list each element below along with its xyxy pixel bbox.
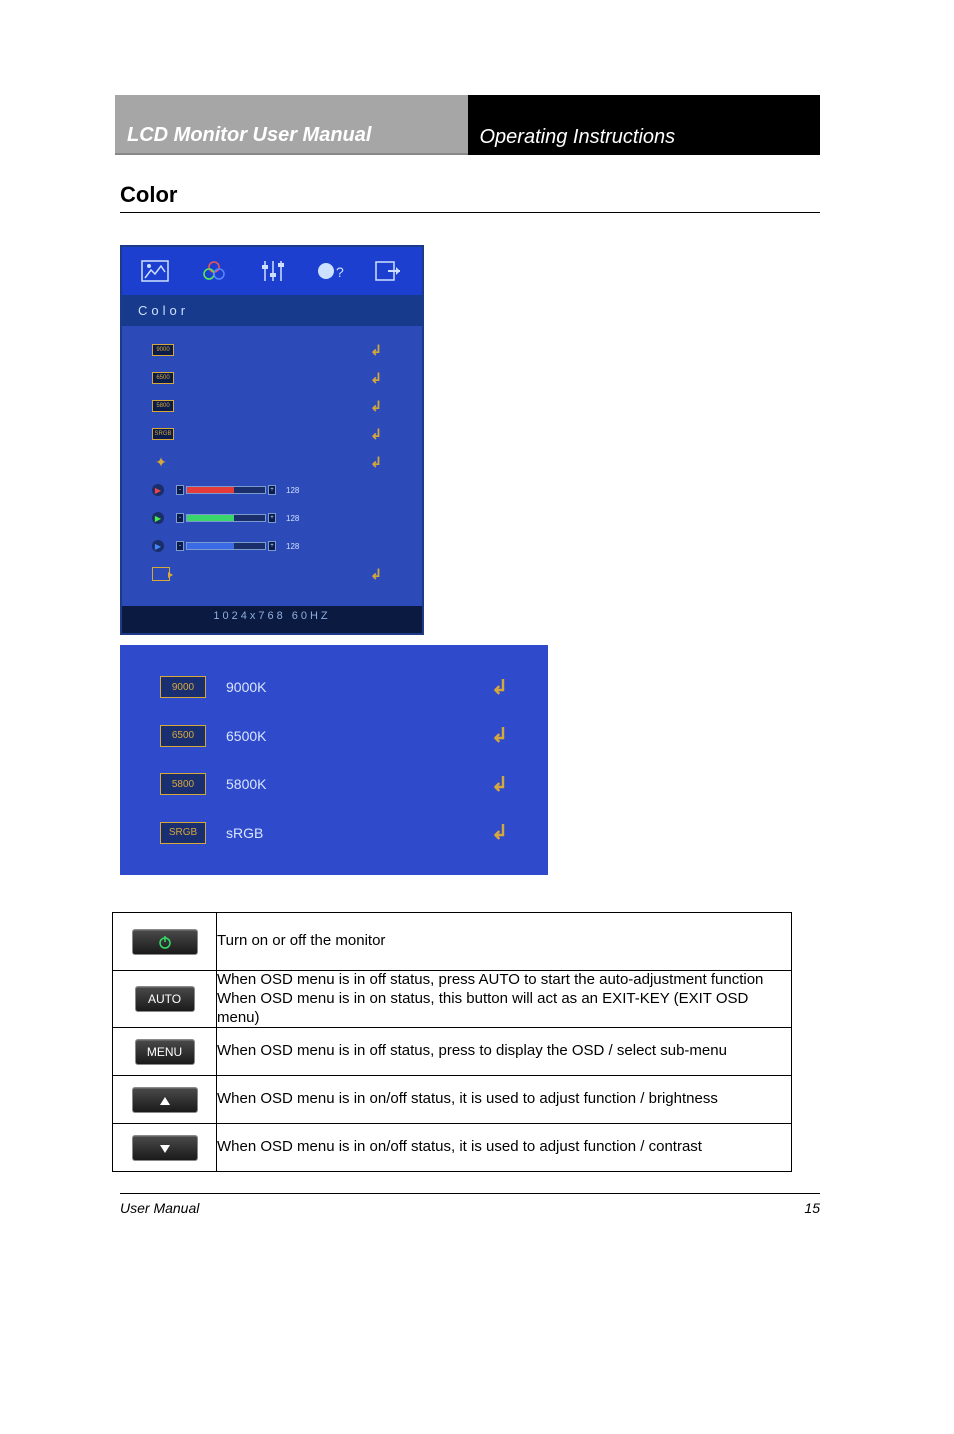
auto-desc-line1: When OSD menu is in off status, press AU… <box>217 971 791 990</box>
enter-icon: ↲ <box>370 454 382 471</box>
enter-icon: ↲ <box>370 566 382 583</box>
closeup-label: 9000K <box>226 679 491 695</box>
osd-row-exit[interactable]: ↲ <box>152 560 412 588</box>
closeup-row-5800[interactable]: 5800 5800K ↲ <box>160 772 508 797</box>
menu-key-cell: MENU <box>113 1028 217 1076</box>
green-dot-icon: ▶ <box>152 512 164 524</box>
red-dot-icon: ▶ <box>152 484 164 496</box>
page-header: LCD Monitor User Manual Operating Instru… <box>115 95 820 155</box>
red-slider[interactable]: -+ <box>176 485 276 495</box>
closeup-label: 6500K <box>226 728 491 744</box>
enter-icon: ↲ <box>370 370 382 387</box>
header-right: Operating Instructions <box>468 95 821 155</box>
picture-tab-icon[interactable] <box>135 255 175 287</box>
green-value: 128 <box>286 514 299 523</box>
info-tab-icon[interactable]: ? <box>310 255 350 287</box>
svg-text:?: ? <box>336 264 344 280</box>
up-desc: When OSD menu is in on/off status, it is… <box>217 1076 792 1124</box>
osd-row-9000[interactable]: 9000 ↲ <box>152 336 412 364</box>
up-key-icon <box>132 1087 198 1113</box>
osd-row-red[interactable]: ▶ -+ 128 <box>152 476 412 504</box>
table-row: Turn on or off the monitor <box>113 913 792 971</box>
green-slider[interactable]: -+ <box>176 513 276 523</box>
table-row: When OSD menu is in on/off status, it is… <box>113 1076 792 1124</box>
osd-title: Color <box>122 295 422 326</box>
chip2-6500-icon: 6500 <box>160 725 206 747</box>
chip-9000-icon: 9000 <box>152 344 174 356</box>
section-title: Color <box>120 182 820 213</box>
osd-menu: ? Color 9000↲ 6500↲ 5800↲ SRGB↲ ✦↲ ▶ -+ … <box>120 245 424 635</box>
enter-icon: ↲ <box>491 723 508 748</box>
auto-desc: When OSD menu is in off status, press AU… <box>217 971 792 1028</box>
enter-icon: ↲ <box>491 675 508 700</box>
closeup-row-6500[interactable]: 6500 6500K ↲ <box>160 723 508 748</box>
down-desc: When OSD menu is in on/off status, it is… <box>217 1124 792 1172</box>
auto-desc-line2: When OSD menu is in on status, this butt… <box>217 990 791 1028</box>
osd-body: 9000↲ 6500↲ 5800↲ SRGB↲ ✦↲ ▶ -+ 128 ▶ -+… <box>122 326 422 606</box>
exit-tab-icon[interactable] <box>369 255 409 287</box>
chip-5800-icon: 5800 <box>152 400 174 412</box>
chip2-5800-icon: 5800 <box>160 773 206 795</box>
enter-icon: ↲ <box>491 772 508 797</box>
down-key-icon <box>132 1135 198 1161</box>
enter-icon: ↲ <box>370 426 382 443</box>
osd-row-5800[interactable]: 5800 ↲ <box>152 392 412 420</box>
closeup-label: 5800K <box>226 776 491 792</box>
osd-closeup: 9000 9000K ↲ 6500 6500K ↲ 5800 5800K ↲ S… <box>120 645 548 875</box>
osd-row-green[interactable]: ▶ -+ 128 <box>152 504 412 532</box>
enter-icon: ↲ <box>491 820 508 845</box>
closeup-label: sRGB <box>226 825 491 841</box>
osd-row-blue[interactable]: ▶ -+ 128 <box>152 532 412 560</box>
color-tab-icon[interactable] <box>194 255 234 287</box>
button-instruction-table: Turn on or off the monitor AUTO When OSD… <box>112 912 792 1172</box>
chip-srgb-icon: SRGB <box>152 428 174 440</box>
blue-slider[interactable]: -+ <box>176 541 276 551</box>
table-row: AUTO When OSD menu is in off status, pre… <box>113 971 792 1028</box>
chip-6500-icon: 6500 <box>152 372 174 384</box>
chip2-srgb-icon: SRGB <box>160 822 206 844</box>
osd-footer: 1024x768 60HZ <box>122 606 422 626</box>
down-key-cell <box>113 1124 217 1172</box>
enter-icon: ↲ <box>370 398 382 415</box>
table-row: MENU When OSD menu is in off status, pre… <box>113 1028 792 1076</box>
page-number: 15 <box>804 1200 820 1216</box>
enter-icon: ↲ <box>370 342 382 359</box>
footer-rule <box>120 1193 820 1194</box>
red-value: 128 <box>286 486 299 495</box>
header-left: LCD Monitor User Manual <box>115 95 468 155</box>
adjust-tab-icon[interactable] <box>252 255 292 287</box>
power-key-icon <box>132 929 198 955</box>
table-row: When OSD menu is in on/off status, it is… <box>113 1124 792 1172</box>
blue-dot-icon: ▶ <box>152 540 164 552</box>
menu-desc: When OSD menu is in off status, press to… <box>217 1028 792 1076</box>
osd-row-srgb[interactable]: SRGB ↲ <box>152 420 412 448</box>
exit-row-icon <box>152 567 170 581</box>
closeup-row-srgb[interactable]: SRGB sRGB ↲ <box>160 820 508 845</box>
user-color-icon: ✦ <box>152 455 170 469</box>
osd-row-user[interactable]: ✦↲ <box>152 448 412 476</box>
blue-value: 128 <box>286 542 299 551</box>
chip2-9000-icon: 9000 <box>160 676 206 698</box>
power-desc: Turn on or off the monitor <box>217 913 792 971</box>
menu-key-icon: MENU <box>135 1039 195 1065</box>
power-key-cell <box>113 913 217 971</box>
footer-left: User Manual <box>120 1200 199 1216</box>
auto-key-cell: AUTO <box>113 971 217 1028</box>
osd-row-6500[interactable]: 6500 ↲ <box>152 364 412 392</box>
closeup-row-9000[interactable]: 9000 9000K ↲ <box>160 675 508 700</box>
auto-key-icon: AUTO <box>135 986 195 1012</box>
osd-tab-bar: ? <box>122 247 422 295</box>
up-key-cell <box>113 1076 217 1124</box>
